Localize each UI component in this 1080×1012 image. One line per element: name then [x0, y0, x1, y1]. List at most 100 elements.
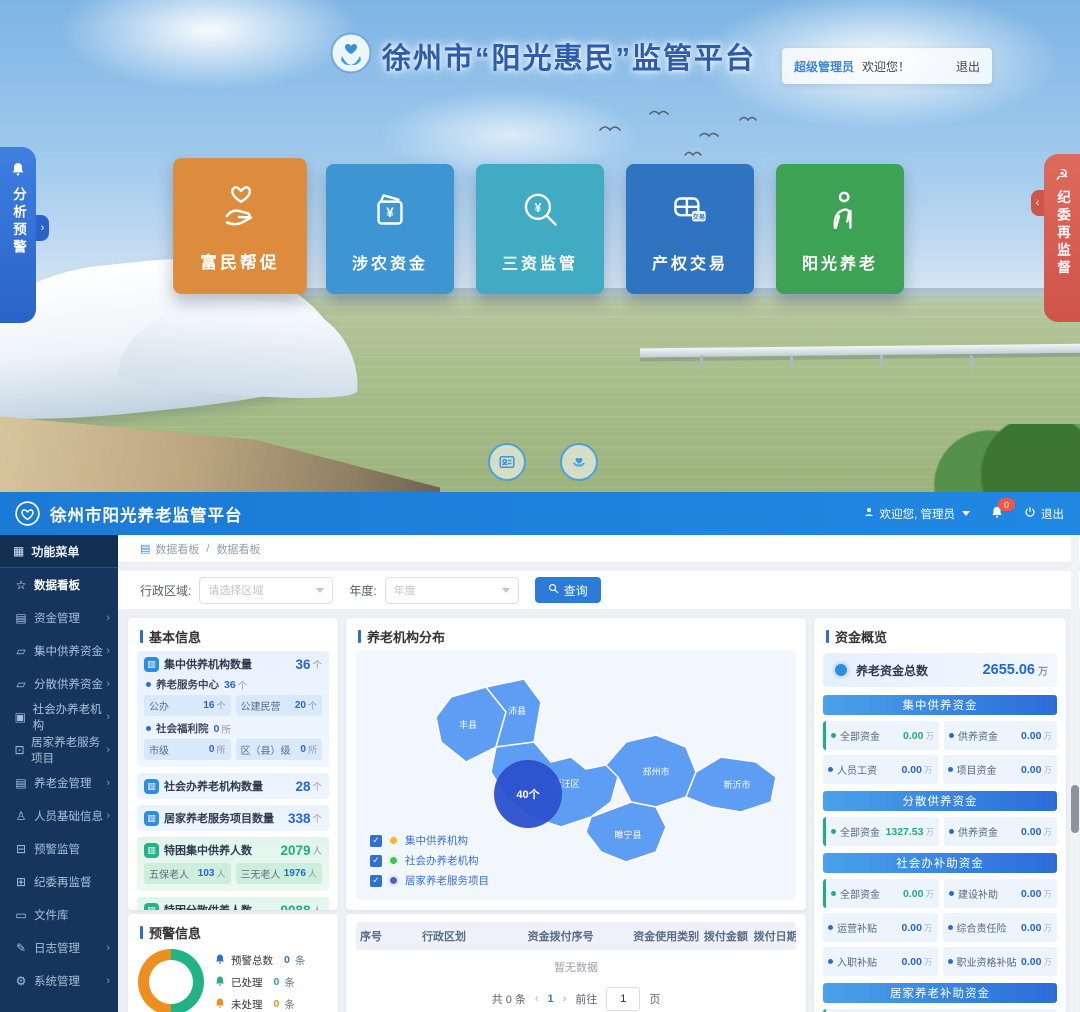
- map-pin-icon: [388, 835, 399, 846]
- map-legend-label: 居家养老服务项目: [405, 873, 489, 888]
- tile-label: 富民帮促: [200, 248, 279, 273]
- chevron-right-icon: ›: [106, 612, 110, 624]
- hero-float-button[interactable]: [560, 443, 598, 481]
- sidebar-item[interactable]: ▱ 集中供养资金 ›: [0, 634, 118, 667]
- tile-label: 产权交易: [652, 250, 728, 274]
- sidebar: ▦ 功能菜单 ☆ 数据看板 ▤ 资金管理 › ▱ 集中供养资金: [0, 535, 118, 1012]
- checkbox-checked-icon[interactable]: ✓: [370, 855, 382, 867]
- funds-cell: 建设补助 0.00 万: [944, 879, 1057, 908]
- funds-section-header: 社会办补助资金: [823, 853, 1057, 873]
- chevron-right-icon: ›: [106, 777, 110, 789]
- dot-icon: [949, 891, 954, 896]
- sidebar-item[interactable]: ✎ 日志管理 ›: [0, 931, 118, 964]
- pagination: 共 0 条 ‹ 1 › 前往 页: [346, 984, 806, 1012]
- hero-logout-button[interactable]: 退出: [956, 58, 980, 75]
- pagination-prev-button[interactable]: ‹: [535, 993, 539, 1005]
- notifications-button[interactable]: 0: [990, 505, 1004, 522]
- year-select[interactable]: 年度: [385, 577, 519, 604]
- hero-user-box: 超级管理员 欢迎您！ 退出: [782, 48, 992, 84]
- basic-info-panel: 基本信息 ▥ 集中供养机构数量 36 个 养老服务中心 36 个: [128, 618, 338, 910]
- alert-bell-icon: [214, 997, 226, 1012]
- search-button[interactable]: 查询: [535, 577, 601, 603]
- xuzhou-map[interactable]: 丰县 沛县 贾汪区 邳州市 新沂市 睢宁县 40个 ✓: [356, 650, 796, 900]
- stat-chip: 公建民营 20 个: [236, 695, 323, 716]
- map-legend-toggle[interactable]: ✓ 居家养老服务项目: [370, 873, 489, 888]
- sidebar-item[interactable]: ⊞ 纪委再监督: [0, 865, 118, 898]
- hero-float-button[interactable]: [488, 443, 526, 481]
- year-filter-label: 年度:: [349, 582, 376, 599]
- sidebar-item[interactable]: ☆ 数据看板: [0, 568, 118, 601]
- table-header-cell: 序号: [356, 928, 418, 944]
- logout-button[interactable]: 退出: [1024, 506, 1064, 522]
- funds-cell: 运营补贴 0.00 万: [823, 913, 938, 942]
- welcome-user-label: 欢迎您, 管理员: [880, 506, 955, 522]
- sidebar-item[interactable]: ♙ 人员基础信息 ›: [0, 799, 118, 832]
- region-select[interactable]: 请选择区域: [199, 577, 333, 604]
- table-header-cell: 资金拨付序号: [524, 928, 630, 944]
- chevron-right-icon: ›: [106, 975, 110, 987]
- map-legend-toggle[interactable]: ✓ 社会办养老机构: [370, 853, 489, 868]
- sidebar-item[interactable]: ▤ 养老金管理 ›: [0, 766, 118, 799]
- map-pin-icon: [388, 855, 399, 866]
- sidebar-item-label: 纪委再监督: [34, 874, 92, 890]
- hero-tile[interactable]: 阳光养老: [776, 164, 904, 294]
- analysis-warning-label: 分析预警: [8, 187, 28, 257]
- sidebar-item-icon: ▤: [13, 776, 29, 790]
- breadcrumb-item[interactable]: 数据看板: [155, 541, 199, 557]
- sidebar-item-icon: ⊟: [13, 842, 29, 856]
- stat-card-home-projects: ▥ 居家养老服务项目数量 338 个: [137, 805, 329, 831]
- funds-cell: 供养资金 0.00 万: [944, 721, 1057, 750]
- funds-cell: 全部资金 0.00 万: [823, 879, 939, 908]
- coin-icon: [832, 661, 850, 679]
- hero-tile[interactable]: ¥ 涉农资金: [326, 164, 454, 294]
- discipline-supervision-tab[interactable]: ☭ 纪委再监督: [1044, 154, 1080, 322]
- pagination-page-number[interactable]: 1: [548, 993, 554, 1005]
- pagination-goto-input[interactable]: [606, 987, 640, 1011]
- hero-tile[interactable]: ¥ 三资监管: [476, 164, 604, 294]
- dot-icon: [948, 767, 953, 772]
- sidebar-menu-header: ▦ 功能菜单: [0, 535, 118, 568]
- user-menu[interactable]: 欢迎您, 管理员: [863, 506, 970, 522]
- pagination-next-button[interactable]: ›: [563, 993, 567, 1005]
- table-header-cell: 行政区划: [418, 928, 524, 944]
- sidebar-item[interactable]: ▣ 社会办养老机构 ›: [0, 700, 118, 733]
- sidebar-item-label: 居家养老服务项目: [31, 734, 106, 766]
- sidebar-item[interactable]: ⊟ 预警监管: [0, 832, 118, 865]
- analysis-warning-tab[interactable]: 分析预警: [0, 147, 36, 323]
- checkbox-checked-icon[interactable]: ✓: [370, 875, 382, 887]
- hero-tile[interactable]: 富民帮促: [173, 158, 307, 294]
- funds-row: 运营补贴 0.00 万 综合责任险 0.00: [823, 913, 1057, 942]
- discipline-supervision-label: 纪委再监督: [1052, 190, 1072, 278]
- dot-icon: [949, 829, 954, 834]
- main-content: ▤ 数据看板 / 数据看板 行政区域: 请选择区域 年度: 年度 查询: [118, 535, 1080, 1012]
- chevron-down-icon: [316, 588, 324, 593]
- hero-tiles: 富民帮促 ¥ 涉农资金 ¥ 三资监管 交易 产权交易: [176, 164, 904, 294]
- map-panel-title: 养老机构分布: [346, 618, 806, 651]
- alert-bell-icon: [214, 975, 226, 990]
- analysis-warning-expand[interactable]: ›: [36, 215, 49, 241]
- sidebar-item[interactable]: ▭ 文件库: [0, 898, 118, 931]
- sidebar-item[interactable]: ▱ 分散供养资金 ›: [0, 667, 118, 700]
- funds-section: 居家养老补助资金 全部资金 0.00 万: [814, 983, 1066, 1012]
- sidebar-item[interactable]: ▤ 资金管理 ›: [0, 601, 118, 634]
- org-icon: ▥: [144, 779, 159, 794]
- map-legend-toggle[interactable]: ✓ 集中供养机构: [370, 833, 489, 848]
- discipline-supervision-expand[interactable]: ‹: [1031, 190, 1044, 216]
- page-scrollbar: [1071, 535, 1079, 1012]
- warning-stat: 已处理 0 条: [214, 975, 305, 990]
- checkbox-checked-icon[interactable]: ✓: [370, 835, 382, 847]
- funds-cell: 职业资格补贴 0.00 万: [943, 947, 1058, 976]
- map-legend-label: 集中供养机构: [405, 833, 468, 848]
- sidebar-item[interactable]: ⚙ 系统管理 ›: [0, 964, 118, 997]
- sidebar-item[interactable]: ⊡ 居家养老服务项目 ›: [0, 733, 118, 766]
- funds-row: 全部资金 1327.53 万 供养资金 0.00: [823, 817, 1057, 846]
- funds-row: 全部资金 0.00 万 建设补助 0.00: [823, 879, 1057, 908]
- tile-label: 三资监管: [502, 250, 578, 274]
- bell-icon: [10, 161, 26, 181]
- hero-user-role[interactable]: 超级管理员: [794, 58, 854, 75]
- funds-table-panel: 序号 行政区划 资金拨付序号 资金使用类别 拨付金额（元） 拨付日期 暂无数据 …: [346, 914, 806, 1012]
- chevron-right-icon: ›: [106, 711, 110, 723]
- hero-tile[interactable]: 交易 产权交易: [626, 164, 754, 294]
- org-icon: ▥: [144, 657, 159, 672]
- scrollbar-thumb[interactable]: [1071, 785, 1079, 833]
